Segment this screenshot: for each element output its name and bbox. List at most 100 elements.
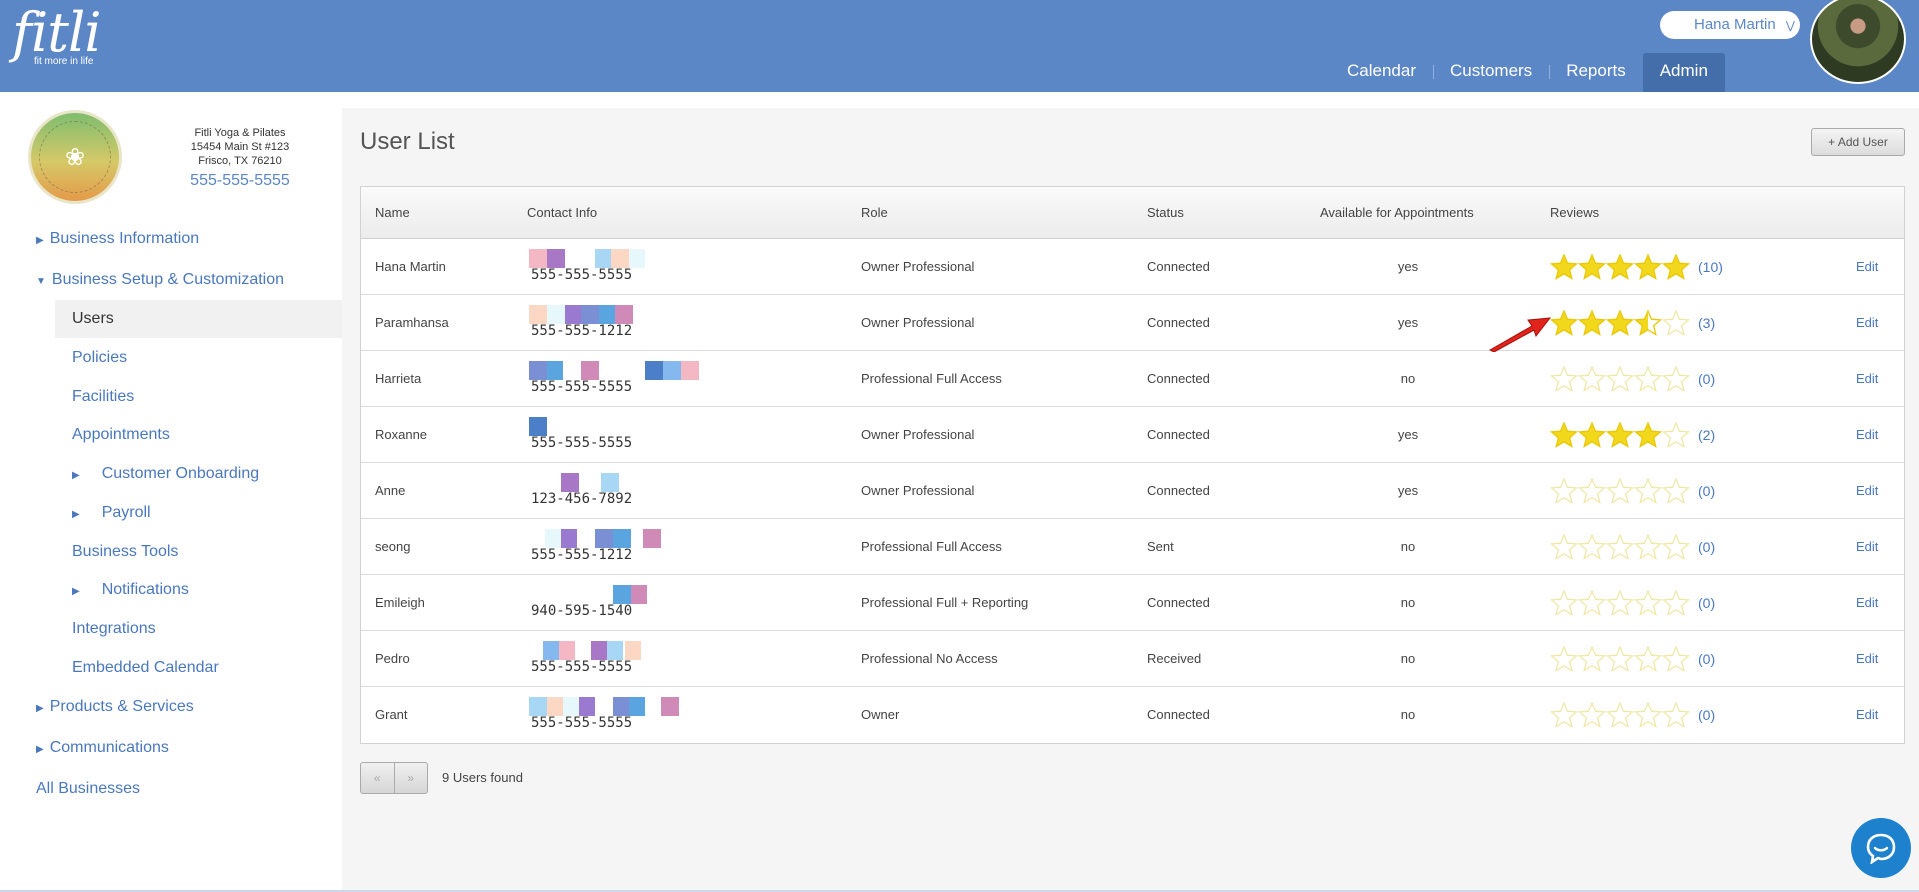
red-arrow-icon xyxy=(1488,317,1552,352)
sidebar-item-label: Notifications xyxy=(101,581,189,598)
column-header-role[interactable]: Role xyxy=(861,187,888,239)
rating-stars[interactable]: (0) xyxy=(1550,687,1715,743)
review-count[interactable]: (0) xyxy=(1698,539,1715,555)
sidebar-item-communications[interactable]: ▶ Communications xyxy=(36,739,169,757)
review-count[interactable]: (0) xyxy=(1698,371,1715,387)
sidebar-item-appointments[interactable]: Appointments xyxy=(72,426,170,444)
sidebar-item-business-tools[interactable]: Business Tools xyxy=(72,543,178,561)
redaction-block xyxy=(545,529,561,548)
review-count[interactable]: (0) xyxy=(1698,707,1715,723)
user-name: Hana Martin xyxy=(1694,16,1776,33)
avatar[interactable] xyxy=(1810,0,1906,84)
column-header-status[interactable]: Status xyxy=(1147,187,1184,239)
redaction-block xyxy=(613,585,631,604)
available-cell: no xyxy=(1400,595,1416,610)
review-count[interactable]: (2) xyxy=(1698,427,1715,443)
sidebar-item-business-information[interactable]: ▶ Business Information xyxy=(36,230,199,248)
table-row: Emileigh 940-595-1540 Professional Full + … xyxy=(361,575,1904,631)
status-cell: Connected xyxy=(1147,427,1210,442)
business-phone: 555-555-5555 xyxy=(190,172,290,189)
table-row: Roxanne 555-555-5555 Owner Professional Con… xyxy=(361,407,1904,463)
sidebar-item-notifications[interactable]: ▶ Notifications xyxy=(72,581,189,599)
user-table: Name Contact Info Role Status Available … xyxy=(360,186,1905,744)
role-cell: Owner xyxy=(861,707,900,722)
fitli-logo[interactable]: fitli fit more in life xyxy=(12,6,101,68)
caret-right-icon: ▶ xyxy=(72,509,80,520)
add-user-button[interactable]: + Add User xyxy=(1811,128,1905,156)
sidebar-item-customer-onboarding[interactable]: ▶ Customer Onboarding xyxy=(72,465,259,483)
column-header-reviews[interactable]: Reviews xyxy=(1550,187,1599,239)
star-icon xyxy=(1662,645,1690,673)
rating-stars[interactable]: (10) xyxy=(1550,239,1723,295)
nav-reports[interactable]: Reports xyxy=(1549,53,1643,92)
chat-button[interactable] xyxy=(1851,818,1911,878)
column-header-contact[interactable]: Contact Info xyxy=(527,187,597,239)
next-page-button[interactable]: » xyxy=(393,763,428,793)
edit-link[interactable]: Edit xyxy=(1856,239,1878,295)
review-count[interactable]: (0) xyxy=(1698,595,1715,611)
redaction-block xyxy=(559,641,575,660)
edit-link[interactable]: Edit xyxy=(1856,519,1878,575)
table-row: Harrieta 555-555-5555 Professional Full Ac… xyxy=(361,351,1904,407)
sidebar-item-label: Products & Services xyxy=(49,698,194,715)
review-count[interactable]: (3) xyxy=(1698,315,1715,331)
sidebar-item-policies[interactable]: Policies xyxy=(72,349,127,367)
edit-link[interactable]: Edit xyxy=(1856,407,1878,463)
edit-link[interactable]: Edit xyxy=(1856,687,1878,743)
rating-stars[interactable]: (0) xyxy=(1550,631,1715,687)
rating-stars[interactable]: (2) xyxy=(1550,407,1715,463)
caret-right-icon: ▶ xyxy=(36,235,44,246)
rating-stars[interactable]: (0) xyxy=(1550,575,1715,631)
star-icon xyxy=(1662,309,1690,337)
nav-calendar[interactable]: Calendar xyxy=(1330,53,1433,92)
contact-info-cell: 555-555-5555 xyxy=(529,249,759,289)
review-count[interactable]: (0) xyxy=(1698,483,1715,499)
sidebar-item-all-businesses[interactable]: All Businesses xyxy=(36,780,140,798)
sidebar-item-users[interactable]: Users xyxy=(55,300,342,338)
nav-customers[interactable]: Customers xyxy=(1433,53,1549,92)
rating-stars[interactable]: (0) xyxy=(1550,463,1715,519)
review-count[interactable]: (0) xyxy=(1698,651,1715,667)
sidebar-item-facilities[interactable]: Facilities xyxy=(72,388,134,406)
edit-link[interactable]: Edit xyxy=(1856,351,1878,407)
role-cell: Professional Full Access xyxy=(861,539,1002,554)
caret-right-icon: ▶ xyxy=(72,586,80,597)
redaction-block xyxy=(529,697,547,716)
sidebar-item-integrations[interactable]: Integrations xyxy=(72,620,156,638)
redaction-block xyxy=(629,249,645,268)
status-cell: Connected xyxy=(1147,259,1210,274)
user-menu-button[interactable]: Hana Martin ⋁ xyxy=(1660,11,1800,39)
redaction-block xyxy=(601,473,619,492)
redaction-block xyxy=(529,305,547,324)
review-count[interactable]: (10) xyxy=(1698,259,1723,275)
edit-link[interactable]: Edit xyxy=(1856,295,1878,351)
prev-page-button[interactable]: « xyxy=(361,763,394,793)
sidebar-item-business-setup[interactable]: ▼ Business Setup & Customization xyxy=(36,271,284,289)
rating-stars[interactable]: (3) xyxy=(1550,295,1715,351)
status-cell: Sent xyxy=(1147,539,1174,554)
contact-info-cell: 555-555-5555 xyxy=(529,417,759,457)
redaction-block xyxy=(607,641,623,660)
sidebar-item-products-services[interactable]: ▶ Products & Services xyxy=(36,698,194,716)
redaction-block xyxy=(543,641,559,660)
status-cell: Connected xyxy=(1147,483,1210,498)
column-header-name[interactable]: Name xyxy=(375,187,410,239)
star-icon xyxy=(1662,701,1690,729)
nav-admin[interactable]: Admin xyxy=(1642,53,1725,92)
rating-stars[interactable]: (0) xyxy=(1550,519,1715,575)
sidebar-item-embedded-calendar[interactable]: Embedded Calendar xyxy=(72,659,219,677)
phone-number: 555-555-5555 xyxy=(531,715,633,731)
edit-link[interactable]: Edit xyxy=(1856,631,1878,687)
column-header-available[interactable]: Available for Appointments xyxy=(1320,187,1474,239)
sidebar-item-payroll[interactable]: ▶ Payroll xyxy=(72,504,151,522)
business-address: Fitli Yoga & Pilates 15454 Main St #123 … xyxy=(160,126,320,168)
rating-stars[interactable]: (0) xyxy=(1550,351,1715,407)
table-row: Paramhansa 555-555-1212 Owner Professional… xyxy=(361,295,1904,351)
chat-bubble-icon xyxy=(1866,833,1896,864)
phone-number: 555-555-5555 xyxy=(531,435,633,451)
edit-link[interactable]: Edit xyxy=(1856,463,1878,519)
star-icon xyxy=(1606,589,1634,617)
redaction-block xyxy=(599,305,615,324)
caret-right-icon: ▶ xyxy=(36,744,44,755)
edit-link[interactable]: Edit xyxy=(1856,575,1878,631)
